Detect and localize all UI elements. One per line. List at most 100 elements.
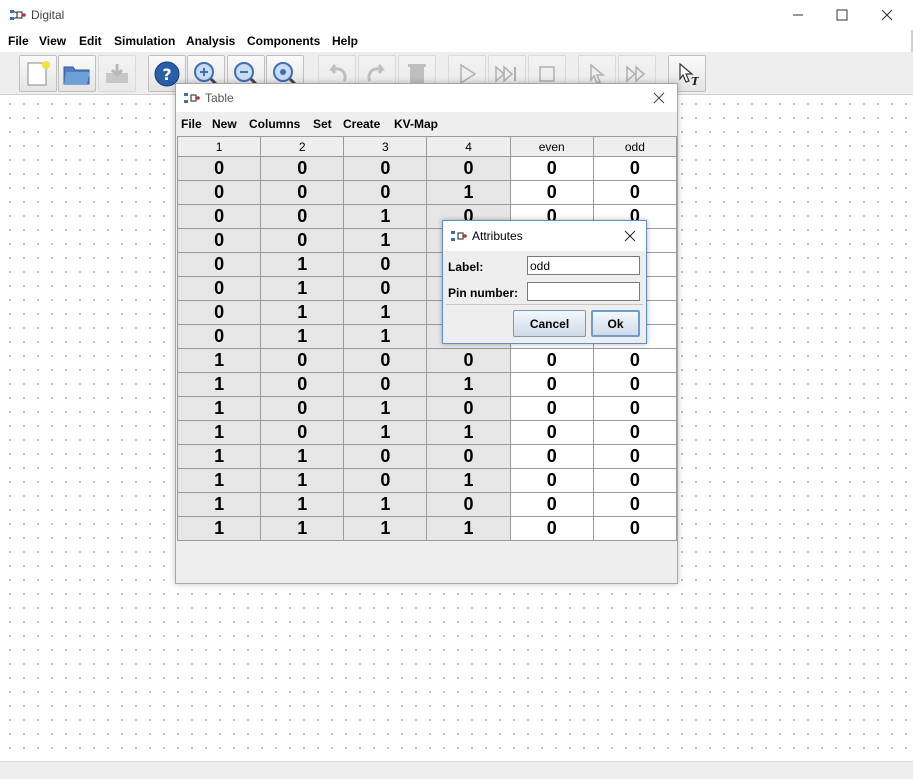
output-cell[interactable]: 0 [592,156,678,181]
input-cell: 1 [426,468,511,493]
input-cell: 1 [260,444,345,469]
menu-components[interactable]: Components [247,34,320,48]
menu-help[interactable]: Help [332,34,358,48]
cancel-button[interactable]: Cancel [513,310,586,337]
output-cell[interactable]: 0 [509,396,594,421]
input-cell: 0 [343,156,428,181]
minimize-button[interactable] [775,0,821,30]
menu-edit[interactable]: Edit [79,34,102,48]
output-cell[interactable]: 0 [592,492,678,517]
menu-file[interactable]: File [8,34,29,48]
menu-view[interactable]: View [39,34,66,48]
column-header[interactable]: 2 [260,136,345,157]
close-icon [881,9,893,21]
output-cell[interactable]: 0 [592,372,678,397]
table-menu-file[interactable]: File [181,117,202,131]
input-cell: 1 [343,324,428,349]
input-cell: 1 [176,420,262,445]
main-titlebar: Digital [0,0,913,30]
close-icon [624,230,636,242]
output-cell[interactable]: 0 [592,396,678,421]
input-cell: 1 [426,180,511,205]
step-icon [495,64,516,83]
output-cell[interactable]: 0 [592,348,678,373]
table-row: 111000 [176,492,678,517]
input-cell: 1 [426,420,511,445]
input-cell: 0 [176,276,262,301]
table-menu-kvmap[interactable]: KV-Map [394,117,438,131]
stop-icon [539,65,555,82]
table-row: 100100 [176,372,678,397]
output-cell[interactable]: 0 [509,180,594,205]
table-menubar: File New Columns Set Create KV-Map [176,112,677,134]
table-menu-create[interactable]: Create [343,117,380,131]
truth-table-header: 1 2 3 4 even odd [176,136,678,157]
output-cell[interactable]: 0 [592,516,678,541]
output-cell[interactable]: 0 [509,516,594,541]
input-cell: 0 [260,372,345,397]
output-cell[interactable]: 0 [592,468,678,493]
input-cell: 0 [260,420,345,445]
output-cell[interactable]: 0 [592,444,678,469]
column-header[interactable]: 4 [426,136,511,157]
input-cell: 1 [176,468,262,493]
table-menu-set[interactable]: Set [313,117,332,131]
table-menu-columns[interactable]: Columns [249,117,300,131]
column-header[interactable]: even [509,136,594,157]
test-icon: T [679,62,699,87]
column-header[interactable]: odd [592,136,678,157]
output-cell[interactable]: 0 [509,372,594,397]
input-cell: 0 [260,204,345,229]
input-cell: 1 [260,468,345,493]
attributes-title: Attributes [472,229,523,243]
output-cell[interactable]: 0 [509,420,594,445]
input-cell: 0 [343,180,428,205]
input-cell: 0 [260,180,345,205]
input-cell: 0 [343,444,428,469]
menu-analysis[interactable]: Analysis [186,34,235,48]
attributes-titlebar[interactable]: Attributes [443,221,646,251]
input-cell: 1 [343,492,428,517]
input-cell: 1 [426,372,511,397]
output-cell[interactable]: 0 [509,492,594,517]
table-close-button[interactable] [649,88,669,108]
save-button[interactable] [98,55,136,92]
input-cell: 1 [176,444,262,469]
attributes-app-icon [451,231,467,241]
input-cell: 0 [343,348,428,373]
input-cell: 1 [343,420,428,445]
output-cell[interactable]: 0 [509,444,594,469]
table-menu-new[interactable]: New [212,117,237,131]
output-cell[interactable]: 0 [592,180,678,205]
input-cell: 0 [176,300,262,325]
column-header[interactable]: 3 [343,136,428,157]
input-cell: 0 [260,228,345,253]
table-app-icon [184,93,200,103]
menu-simulation[interactable]: Simulation [114,34,175,48]
ok-button[interactable]: Ok [591,310,640,337]
table-window-titlebar[interactable]: Table [176,84,677,112]
output-cell[interactable]: 0 [509,468,594,493]
pin-number-input[interactable] [527,282,640,301]
attributes-close-button[interactable] [620,226,640,246]
new-button[interactable] [19,55,57,92]
run-to-break-icon [626,64,646,83]
input-cell: 1 [343,204,428,229]
input-cell: 1 [343,300,428,325]
label-caption: Label: [448,260,484,274]
label-input[interactable] [527,256,640,275]
output-cell[interactable]: 0 [509,348,594,373]
input-cell: 1 [260,300,345,325]
dialog-separator [446,304,643,305]
input-cell: 0 [176,252,262,277]
output-cell[interactable]: 0 [509,156,594,181]
column-header[interactable]: 1 [176,136,262,157]
step-micro-icon [590,62,606,84]
table-row: 101000 [176,396,678,421]
pin-number-caption: Pin number: [448,286,519,300]
maximize-button[interactable] [819,0,865,30]
output-cell[interactable]: 0 [592,420,678,445]
close-button[interactable] [864,0,910,30]
open-button[interactable] [58,55,96,92]
input-cell: 0 [343,276,428,301]
